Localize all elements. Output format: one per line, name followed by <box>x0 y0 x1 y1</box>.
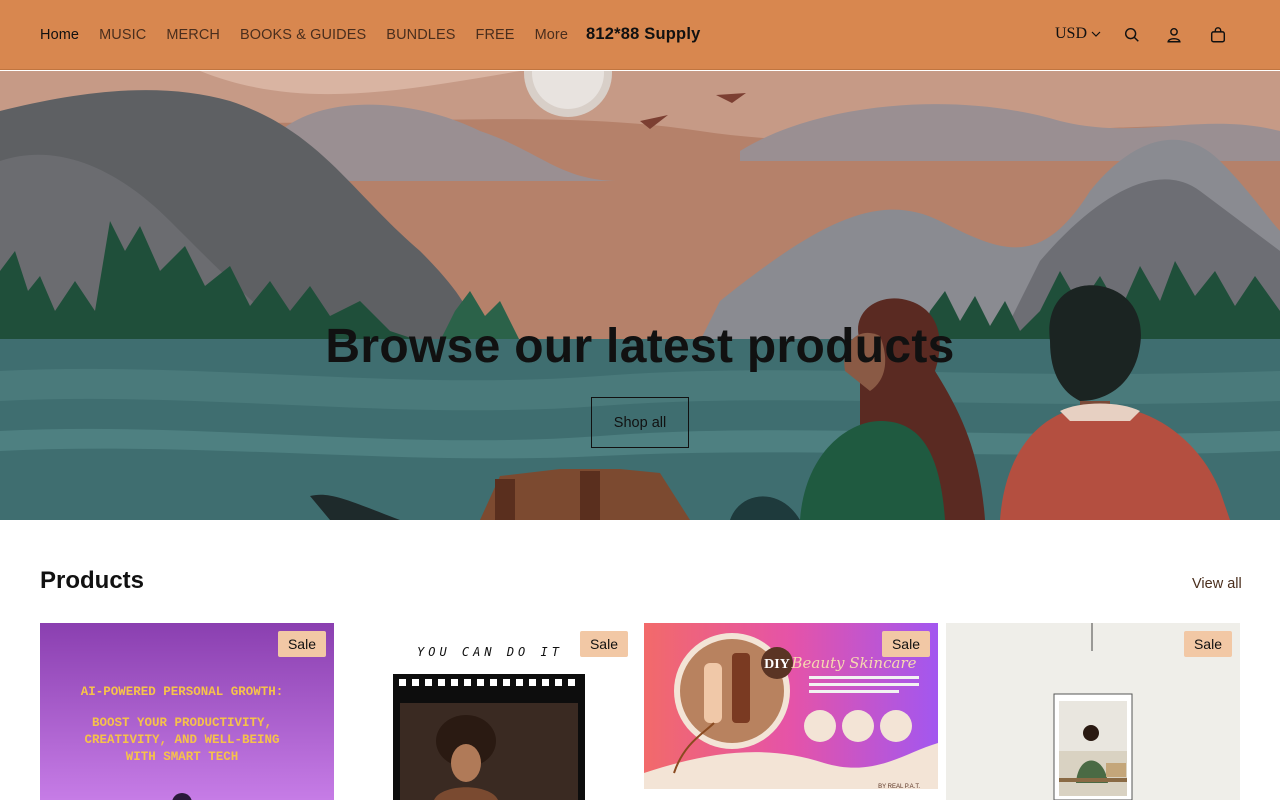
product-card[interactable]: Sale <box>946 623 1240 800</box>
nav-more[interactable]: More <box>535 27 568 43</box>
account-icon[interactable] <box>1163 24 1185 46</box>
product-image-text: DIY <box>764 657 790 672</box>
view-all-link[interactable]: View all <box>1192 576 1242 592</box>
brand-logo[interactable]: 812*88 Supply <box>586 25 701 44</box>
site-header: Home MUSIC MERCH BOOKS & GUIDES BUNDLES … <box>0 0 1280 70</box>
currency-label: USD <box>1055 25 1088 42</box>
main-nav: Home MUSIC MERCH BOOKS & GUIDES BUNDLES … <box>40 0 568 70</box>
nav-music[interactable]: MUSIC <box>99 27 146 43</box>
sale-badge: Sale <box>579 631 628 657</box>
product-card[interactable]: AI-POWERED PERSONAL GROWTH: BOOST YOUR P… <box>40 623 334 800</box>
nav-bundles[interactable]: BUNDLES <box>386 27 455 43</box>
hero-title: Browse our latest products <box>325 320 955 373</box>
product-image-text: WITH SMART TECH <box>126 750 239 764</box>
product-card[interactable]: DIY Beauty Skincare BY REAL P.A.T. Sale <box>644 623 938 800</box>
nav-home[interactable]: Home <box>40 27 79 43</box>
products-heading: Products <box>40 567 145 594</box>
chevron-down-icon <box>1091 31 1101 37</box>
product-card[interactable]: YOU CAN DO IT Sale <box>342 623 636 800</box>
product-image-text: YOU CAN DO IT <box>417 645 563 659</box>
product-image-text: AI-POWERED PERSONAL GROWTH: <box>81 685 284 699</box>
nav-merch[interactable]: MERCH <box>166 27 220 43</box>
nav-free[interactable]: FREE <box>476 27 515 43</box>
search-icon[interactable] <box>1121 24 1143 46</box>
cart-icon[interactable] <box>1207 24 1229 46</box>
product-image-text: BOOST YOUR PRODUCTIVITY, <box>92 716 272 730</box>
shop-all-button[interactable]: Shop all <box>591 397 689 448</box>
hero-illustration <box>0 71 1280 520</box>
product-image-text: CREATIVITY, AND WELL-BEING <box>84 733 279 747</box>
hero-banner: Browse our latest products Shop all <box>0 71 1280 520</box>
sale-badge: Sale <box>1183 631 1232 657</box>
nav-books-guides[interactable]: BOOKS & GUIDES <box>240 27 366 43</box>
currency-selector[interactable]: USD <box>1055 25 1101 43</box>
sale-badge: Sale <box>277 631 326 657</box>
sale-badge: Sale <box>881 631 930 657</box>
